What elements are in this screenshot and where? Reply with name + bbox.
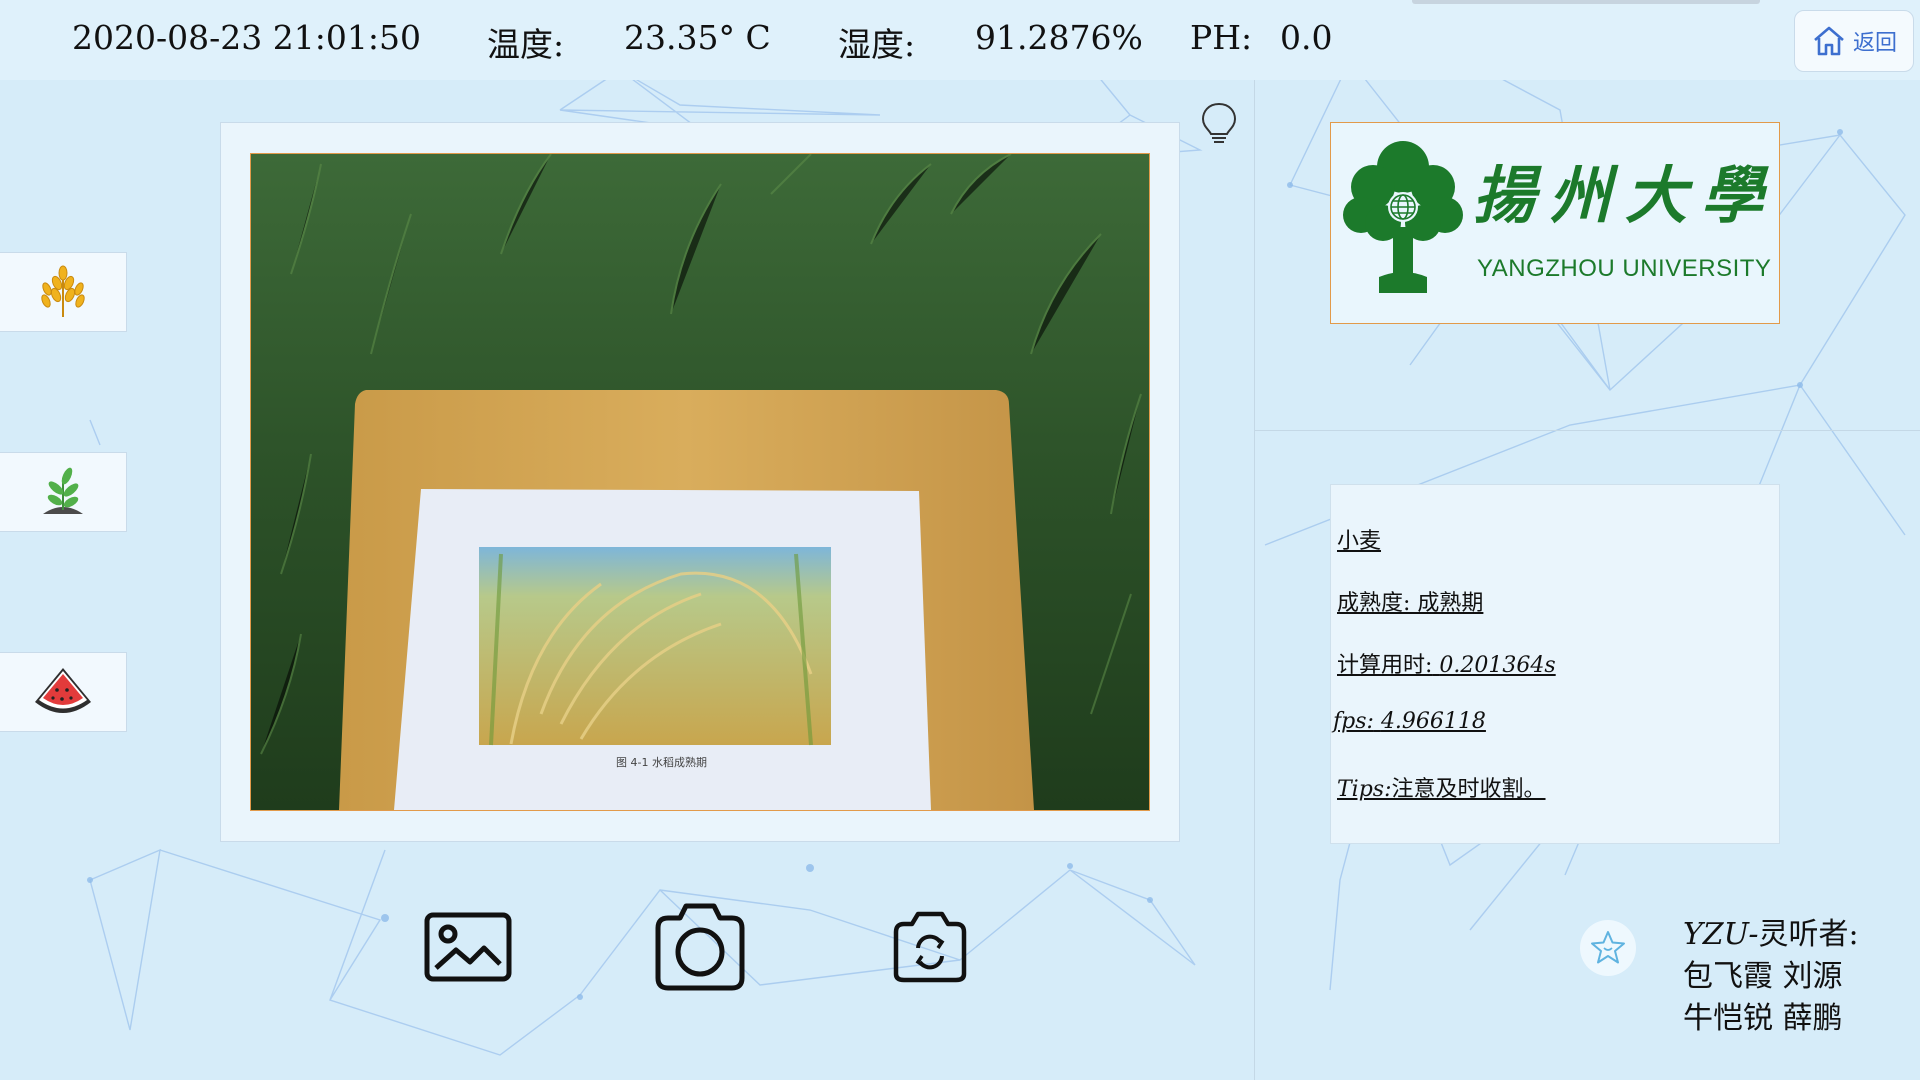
fps-label: fps:	[1333, 709, 1374, 734]
section-divider	[1254, 430, 1920, 431]
camera-icon	[655, 903, 745, 991]
crop-name: 小麦	[1337, 529, 1382, 554]
seedling-icon	[43, 467, 83, 514]
home-label: 返回	[1852, 31, 1897, 56]
team-prefix: YZU-	[1683, 917, 1759, 952]
photo-caption: 图 4-1 水稻成熟期	[616, 755, 707, 769]
team-credits: YZU-灵听者: 包飞霞 刘源 牛恺锐 薛鹏	[1683, 914, 1859, 1040]
team-members-line2: 牛恺锐 薛鹏	[1683, 1001, 1843, 1036]
category-wheat-button[interactable]	[0, 252, 127, 332]
capture-button[interactable]	[650, 900, 750, 994]
result-panel: 小麦 成熟度: 成熟期 计算用时: 0.201364s fps: 4.96611…	[1330, 484, 1780, 844]
tips-label: Tips:	[1337, 777, 1392, 802]
star-icon	[1591, 931, 1625, 964]
university-chinese-name: 揚州大學	[1473, 159, 1778, 232]
favorite-button[interactable]	[1580, 920, 1636, 976]
top-strip	[1412, 0, 1760, 4]
team-suffix: 灵听者:	[1758, 917, 1859, 952]
switch-camera-button[interactable]	[892, 910, 968, 984]
fps-value: 4.966118	[1380, 709, 1486, 734]
ph-value: 0.0	[1280, 18, 1333, 57]
tips-text: Tips:注意及时收割。	[1337, 771, 1546, 803]
temperature-label: 温度:	[487, 25, 565, 64]
lightbulb-icon	[1201, 102, 1237, 143]
category-seedling-button[interactable]	[0, 452, 127, 532]
humidity-value: 91.2876%	[975, 18, 1143, 57]
camera-preview: 图 4-1 水稻成熟期	[250, 153, 1150, 811]
camera-panel: 图 4-1 水稻成熟期	[220, 122, 1180, 842]
temperature-value: 23.35° C	[624, 18, 771, 57]
compute-time-value: 0.201364s	[1439, 653, 1556, 678]
university-logo: 揚州大學 YANGZHOU UNIVERSITY	[1330, 122, 1780, 324]
tips-value: 注意及时收割。	[1391, 777, 1546, 802]
camera-frame-image: 图 4-1 水稻成熟期	[251, 154, 1149, 810]
ph-label: PH:	[1190, 18, 1253, 57]
category-watermelon-button[interactable]	[0, 652, 127, 732]
university-emblem-icon	[1343, 141, 1463, 293]
gallery-button[interactable]	[424, 912, 512, 982]
compute-time-label: 计算用时:	[1337, 653, 1433, 678]
switch-camera-icon	[893, 911, 967, 983]
image-icon	[424, 912, 512, 982]
university-english-name: YANGZHOU UNIVERSITY	[1477, 255, 1772, 282]
wheat-icon	[41, 265, 85, 317]
home-icon	[1814, 26, 1844, 56]
status-bar: 2020-08-23 21:01:50 温度: 23.35° C 湿度: 91.…	[0, 0, 1920, 80]
maturity-text: 成熟度: 成熟期	[1337, 591, 1484, 616]
team-name: YZU-灵听者:	[1683, 914, 1859, 956]
fps-readout: fps: 4.966118	[1333, 709, 1486, 734]
humidity-label: 湿度:	[838, 25, 916, 64]
team-members-line1: 包飞霞 刘源	[1683, 959, 1843, 994]
datetime: 2020-08-23 21:01:50	[72, 18, 421, 57]
watermelon-icon	[35, 668, 91, 713]
flashlight-button[interactable]	[1198, 100, 1240, 148]
home-button[interactable]: 返回	[1794, 10, 1914, 72]
compute-time: 计算用时: 0.201364s	[1337, 647, 1556, 679]
column-divider	[1254, 80, 1255, 1080]
